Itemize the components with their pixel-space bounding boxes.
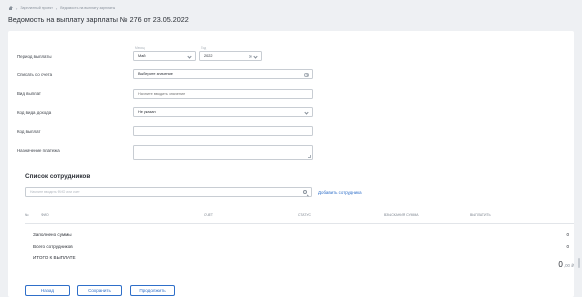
debit-account-placeholder: Выберите значение xyxy=(138,72,173,76)
clear-circle-icon[interactable] xyxy=(304,72,309,77)
column-header-pay: Выплатить xyxy=(470,213,491,217)
chevron-down-icon xyxy=(187,55,191,59)
column-header-deduction: Взыскания сумма xyxy=(384,213,419,217)
income-code-value: Не указан xyxy=(138,110,156,114)
home-icon[interactable] xyxy=(8,5,13,11)
chevron-right-icon: › xyxy=(55,5,58,11)
purpose-label: Назначение платежа xyxy=(17,148,60,153)
income-code-select[interactable]: Не указан xyxy=(133,107,313,117)
total-to-pay-integer: 0 xyxy=(558,260,563,269)
year-value: 2022 xyxy=(204,54,213,58)
income-code-label: Код вида дохода xyxy=(17,110,52,115)
payment-type-label: Вид выплат xyxy=(17,91,41,96)
year-caption: Год xyxy=(201,46,207,50)
total-employees-label: Всего сотрудников xyxy=(33,243,73,249)
total-to-pay-fraction: ,00 ₽ xyxy=(563,263,574,268)
total-to-pay-label: Итого к выплате xyxy=(33,255,76,260)
employees-section-title: Список сотрудников xyxy=(25,173,91,180)
table-divider xyxy=(25,223,574,224)
chevron-down-icon xyxy=(253,55,257,59)
resize-handle-icon[interactable] xyxy=(308,155,311,158)
column-header-name: ФИО xyxy=(41,213,49,217)
search-icon xyxy=(303,190,307,195)
page-title: Ведомость на выплату зарплаты № 276 от 2… xyxy=(8,15,189,24)
period-label: Период выплаты xyxy=(17,54,52,59)
scrollbar-thumb[interactable] xyxy=(578,258,580,268)
month-caption: Месяц xyxy=(135,46,145,50)
save-button[interactable]: Сохранить xyxy=(77,285,122,296)
column-header-status: Статус xyxy=(298,213,311,217)
purpose-textarea[interactable] xyxy=(133,145,313,160)
debit-account-label: Списать со счета xyxy=(17,72,53,77)
employee-search-placeholder: Начните вводить ФИО или счет xyxy=(30,190,80,194)
column-header-account: Счет xyxy=(204,213,213,217)
chevron-right-icon: › xyxy=(16,5,18,11)
filled-sums-label: Заполнено суммы xyxy=(33,232,72,237)
breadcrumb: › Зарплатный проект › Ведомость на выпла… xyxy=(8,5,115,11)
breadcrumb-item-salary-project[interactable]: Зарплатный проект xyxy=(20,6,53,10)
month-value: Май xyxy=(138,54,146,58)
chevron-down-icon xyxy=(304,111,308,115)
back-button[interactable]: Назад xyxy=(25,285,70,296)
column-header-number: № xyxy=(25,213,29,217)
continue-button[interactable]: Продолжить xyxy=(130,285,175,296)
breadcrumb-item-current: Ведомость на выплату зарплаты xyxy=(60,6,116,10)
employee-search-input[interactable]: Начните вводить ФИО или счет xyxy=(25,187,312,197)
add-employee-link[interactable]: Добавить сотрудника xyxy=(318,190,362,195)
payment-code-label: Код выплат xyxy=(17,129,41,134)
total-employees-value: 0 xyxy=(566,243,569,249)
total-to-pay-value: 0,00 ₽ xyxy=(558,254,574,272)
clear-icon[interactable] xyxy=(249,55,252,58)
year-select[interactable]: 2022 xyxy=(199,51,262,61)
month-select[interactable]: Май xyxy=(133,51,196,61)
debit-account-select[interactable]: Выберите значение xyxy=(133,69,313,79)
payment-type-input[interactable] xyxy=(133,88,313,99)
payment-code-input[interactable] xyxy=(133,126,313,136)
filled-sums-value: 0 xyxy=(566,232,569,237)
